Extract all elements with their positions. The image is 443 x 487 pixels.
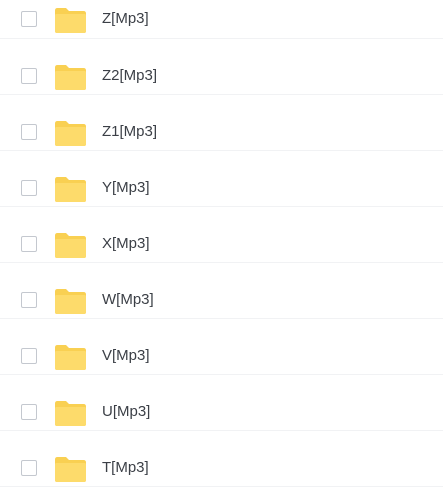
folder-icon[interactable]	[54, 176, 87, 203]
row-checkbox[interactable]	[21, 68, 37, 84]
file-name[interactable]: U[Mp3]	[102, 402, 150, 422]
row-checkbox[interactable]	[21, 124, 37, 140]
folder-icon[interactable]	[54, 400, 87, 427]
file-name[interactable]: V[Mp3]	[102, 346, 150, 366]
folder-icon[interactable]	[54, 344, 87, 371]
file-row[interactable]: T[Mp3]	[0, 431, 443, 487]
row-checkbox[interactable]	[21, 236, 37, 252]
folder-icon[interactable]	[54, 232, 87, 259]
row-checkbox[interactable]	[21, 348, 37, 364]
file-name[interactable]: Z[Mp3]	[102, 9, 149, 29]
file-row[interactable]: V[Mp3]	[0, 319, 443, 375]
row-checkbox[interactable]	[21, 11, 37, 27]
folder-icon[interactable]	[54, 7, 87, 34]
file-name[interactable]: Z2[Mp3]	[102, 66, 157, 86]
file-row[interactable]: Z[Mp3]	[0, 0, 443, 39]
file-row[interactable]: Z2[Mp3]	[0, 39, 443, 95]
file-row[interactable]: Z1[Mp3]	[0, 95, 443, 151]
file-row[interactable]: W[Mp3]	[0, 263, 443, 319]
folder-icon[interactable]	[54, 120, 87, 147]
row-checkbox[interactable]	[21, 292, 37, 308]
file-name[interactable]: W[Mp3]	[102, 290, 154, 310]
row-checkbox[interactable]	[21, 180, 37, 196]
folder-icon[interactable]	[54, 64, 87, 91]
file-row[interactable]: X[Mp3]	[0, 207, 443, 263]
file-name[interactable]: Y[Mp3]	[102, 178, 150, 198]
file-list: Z[Mp3] Z2[Mp3] Z1[Mp3] Y[Mp3] X[Mp3] W[M…	[0, 0, 443, 487]
file-row[interactable]: U[Mp3]	[0, 375, 443, 431]
row-checkbox[interactable]	[21, 460, 37, 476]
file-name[interactable]: X[Mp3]	[102, 234, 150, 254]
file-row[interactable]: Y[Mp3]	[0, 151, 443, 207]
folder-icon[interactable]	[54, 288, 87, 315]
file-name[interactable]: Z1[Mp3]	[102, 122, 157, 142]
row-checkbox[interactable]	[21, 404, 37, 420]
file-name[interactable]: T[Mp3]	[102, 458, 149, 478]
folder-icon[interactable]	[54, 456, 87, 483]
